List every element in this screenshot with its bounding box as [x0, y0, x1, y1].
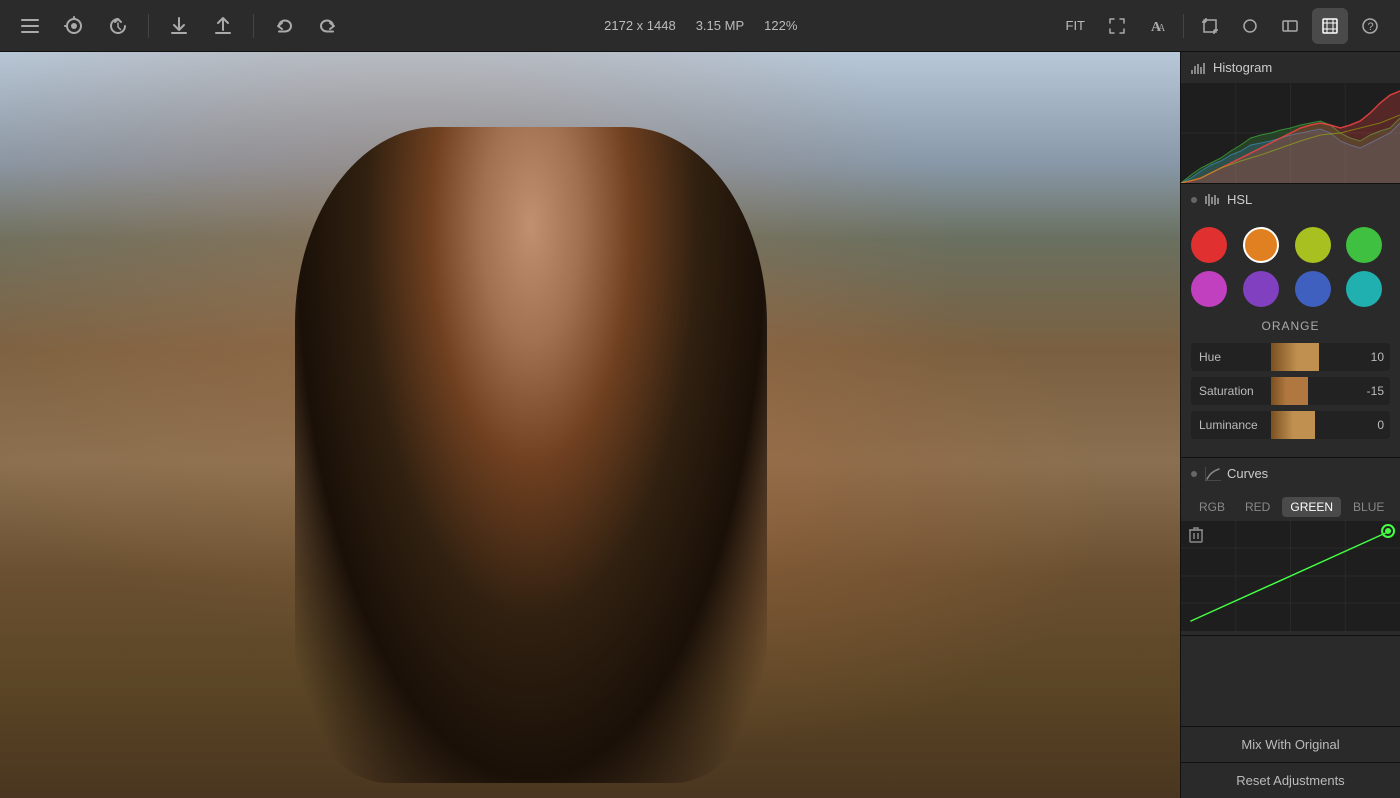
mix-with-original-button[interactable]: Mix With Original	[1181, 726, 1400, 762]
histogram-header: Histogram	[1181, 52, 1400, 83]
luminance-slider-row[interactable]: Luminance 0	[1191, 411, 1390, 439]
hue-slider-row[interactable]: Hue 10	[1191, 343, 1390, 371]
share-button[interactable]	[205, 8, 241, 44]
history-button[interactable]	[100, 8, 136, 44]
text-tool-button[interactable]: A A	[1139, 8, 1175, 44]
photo-area[interactable]	[0, 52, 1180, 798]
violet-swatch[interactable]	[1243, 271, 1279, 307]
help-button[interactable]: ?	[1352, 8, 1388, 44]
histogram-icon	[1191, 62, 1207, 74]
fullscreen-button[interactable]	[1099, 8, 1135, 44]
curves-tabs: RGB RED GREEN BLUE	[1181, 489, 1400, 521]
menu-button[interactable]	[12, 8, 48, 44]
saturation-value: -15	[1358, 384, 1390, 398]
hue-value: 10	[1358, 350, 1390, 364]
sync-button[interactable]	[56, 8, 92, 44]
tab-rgb[interactable]: RGB	[1191, 497, 1233, 517]
crop-tool-button[interactable]	[1192, 8, 1228, 44]
hsl-header: HSL	[1181, 184, 1400, 215]
saturation-track[interactable]	[1271, 377, 1358, 405]
redo-button[interactable]	[310, 8, 346, 44]
saturation-label: Saturation	[1191, 384, 1271, 398]
blue-swatch[interactable]	[1295, 271, 1331, 307]
curves-label: Curves	[1227, 466, 1268, 481]
toolbar-separator	[148, 14, 149, 38]
selected-color-label: ORANGE	[1191, 319, 1390, 333]
cyan-swatch[interactable]	[1346, 271, 1382, 307]
svg-text:?: ?	[1368, 21, 1374, 33]
hsl-controls: ORANGE Hue 10 Saturation -15	[1181, 215, 1400, 457]
luminance-value: 0	[1358, 418, 1390, 432]
histogram-display	[1181, 83, 1400, 183]
curves-section: Curves RGB RED GREEN BLUE	[1181, 458, 1400, 636]
hue-track[interactable]	[1271, 343, 1358, 371]
image-info: 2172 x 1448 3.15 MP 122%	[346, 18, 1056, 33]
hsl-section: HSL ORANGE Hue	[1181, 184, 1400, 458]
main-content: Histogram	[0, 52, 1400, 798]
tab-red[interactable]: RED	[1237, 497, 1278, 517]
yellow-green-swatch[interactable]	[1295, 227, 1331, 263]
image-zoom: 122%	[764, 18, 797, 33]
red-swatch[interactable]	[1191, 227, 1227, 263]
reset-adjustments-button[interactable]: Reset Adjustments	[1181, 762, 1400, 798]
curves-header: Curves	[1181, 458, 1400, 489]
toolbar-sep-tools	[1183, 14, 1184, 38]
curves-icon	[1205, 467, 1221, 481]
color-swatches	[1191, 227, 1390, 307]
tab-blue[interactable]: BLUE	[1345, 497, 1392, 517]
curves-display	[1181, 521, 1400, 631]
luminance-track[interactable]	[1271, 411, 1358, 439]
hsl-icon	[1205, 193, 1221, 207]
histogram-label: Histogram	[1213, 60, 1272, 75]
hsl-label: HSL	[1227, 192, 1252, 207]
toolbar: 2172 x 1448 3.15 MP 122% FIT A A	[0, 0, 1400, 52]
svg-text:A: A	[1158, 23, 1165, 34]
right-panel: Histogram	[1180, 52, 1400, 798]
image-megapixels: 3.15 MP	[696, 18, 744, 33]
orange-swatch[interactable]	[1243, 227, 1279, 263]
select-tool-button[interactable]	[1312, 8, 1348, 44]
fit-button[interactable]: FIT	[1056, 14, 1096, 37]
green-swatch[interactable]	[1346, 227, 1382, 263]
luminance-label: Luminance	[1191, 418, 1271, 432]
panel-tool-button[interactable]	[1272, 8, 1308, 44]
curves-trash-button[interactable]	[1189, 527, 1203, 546]
tab-green[interactable]: GREEN	[1282, 497, 1341, 517]
undo-button[interactable]	[266, 8, 302, 44]
saturation-slider-row[interactable]: Saturation -15	[1191, 377, 1390, 405]
purple-swatch[interactable]	[1191, 271, 1227, 307]
histogram-section: Histogram	[1181, 52, 1400, 184]
download-button[interactable]	[161, 8, 197, 44]
hue-label: Hue	[1191, 350, 1271, 364]
hsl-dot	[1191, 197, 1197, 203]
curves-dot	[1191, 471, 1197, 477]
circle-tool-button[interactable]	[1232, 8, 1268, 44]
toolbar-separator-2	[253, 14, 254, 38]
panel-bottom: Mix With Original Reset Adjustments	[1181, 726, 1400, 798]
image-dimensions: 2172 x 1448	[604, 18, 676, 33]
photo-image	[0, 52, 1180, 798]
